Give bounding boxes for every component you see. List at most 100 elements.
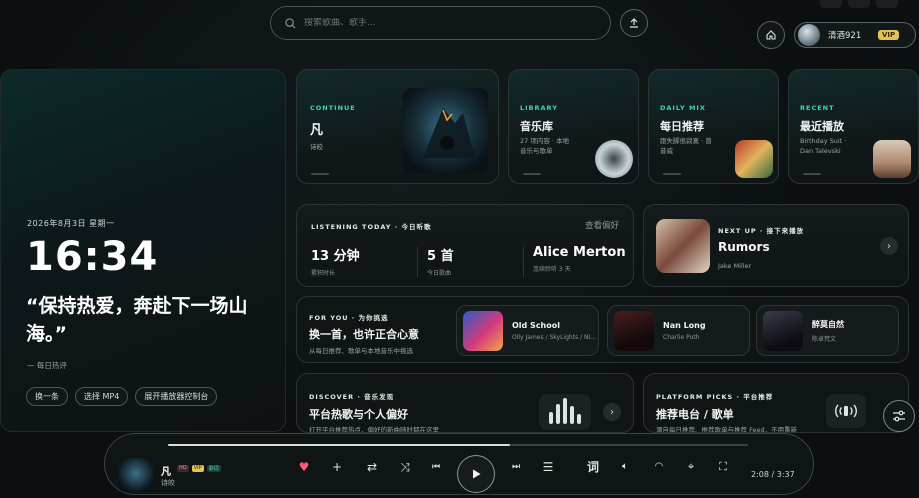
album-art — [403, 88, 488, 173]
wifi-button[interactable]: ◠ — [651, 460, 667, 474]
select-mp4-button[interactable]: 选择 MP4 — [75, 387, 129, 406]
search-input[interactable] — [304, 18, 584, 28]
stat-label: 今日歌曲 — [427, 270, 452, 277]
platform-picks-card[interactable]: PLATFORM PICKS · 平台推荐 推荐电台 / 歌单 源自每日推荐、推… — [643, 373, 909, 433]
search-icon — [285, 17, 296, 29]
upload-button[interactable] — [620, 9, 648, 37]
next-up-button[interactable]: › — [880, 237, 898, 255]
play-icon — [473, 469, 481, 479]
view-preferences-link[interactable]: 查看偏好 — [585, 219, 619, 231]
item-title: Nan Long — [663, 320, 706, 330]
repeat-icon: ⇄ — [366, 460, 378, 474]
recommend-item[interactable]: Old School Olly James / SkyLights / NI... — [456, 305, 599, 356]
volume-button[interactable]: 🔈︎ — [617, 460, 633, 474]
item-art — [763, 310, 803, 351]
track-badges: HQ VIP 歌词 — [177, 465, 221, 472]
daily-mix-card[interactable]: DAILY MIX 每日推荐 跟失脚很寂寞 · 曾 昔威 — [648, 69, 779, 184]
card-kicker: FOR YOU · 为你挑选 — [309, 314, 389, 322]
home-button[interactable] — [757, 21, 785, 49]
upload-icon — [630, 18, 638, 28]
refresh-quote-button[interactable]: 换一条 — [26, 387, 68, 406]
discover-card[interactable]: DISCOVER · 音乐发现 平台热歌与个人偏好 打开平台推荐热点，偏好的新曲… — [296, 373, 634, 433]
recommend-item[interactable]: Nan Long Charlie Puth — [607, 305, 750, 356]
progress-fill — [168, 444, 511, 446]
chevron-right-icon: › — [887, 240, 891, 252]
card-kicker: CONTINUE — [310, 104, 356, 112]
card-kicker: LIBRARY — [520, 104, 558, 112]
divider — [523, 247, 524, 277]
daily-art — [735, 140, 773, 178]
platform-subtitle: 源自每日推荐、推荐歌单与推荐 Feed，不用重新 — [656, 426, 798, 433]
now-playing-artist: 诗皎 — [161, 479, 175, 487]
quote-source: — 每日热评 — [27, 361, 67, 370]
repeat-button[interactable]: ⇄ — [364, 460, 380, 474]
previous-button[interactable]: ⏮ — [428, 460, 444, 474]
play-button[interactable] — [457, 455, 495, 493]
now-playing-art[interactable] — [119, 458, 153, 492]
shuffle-button[interactable]: ⤨ — [397, 460, 413, 474]
progress-bar[interactable] — [168, 444, 748, 446]
stat-songs: 5 首 今日歌曲 — [427, 245, 454, 277]
card-title: 最近播放 — [800, 120, 844, 133]
chevron-right-icon: › — [610, 406, 614, 418]
stat-artist: Alice Merton 连续聆听 3 天 — [533, 245, 626, 273]
recommend-item[interactable]: 醉莫自然 陈卓梵文 — [756, 305, 899, 356]
next-up-art — [656, 219, 710, 273]
lyrics-button[interactable]: 词 — [585, 460, 601, 474]
card-line: Dan Talevski — [800, 147, 841, 155]
focus-button[interactable]: ⌖ — [683, 460, 699, 474]
skip-back-icon: ⏮ — [431, 462, 441, 472]
user-profile[interactable]: 清酒921 VIP — [794, 22, 916, 48]
window-tab[interactable] — [848, 0, 870, 8]
focus-icon: ⌖ — [687, 460, 695, 473]
settings-button[interactable] — [883, 400, 915, 432]
recent-card[interactable]: RECENT 最近播放 Birthday Suit · Dan Talevski — [788, 69, 919, 184]
vip-badge: VIP — [878, 30, 900, 40]
home-icon — [766, 30, 776, 40]
search-bar[interactable] — [270, 6, 611, 40]
discover-subtitle: 打开平台推荐热点，偏好的新曲随时都在这里 — [309, 426, 439, 433]
expand-console-button[interactable]: 展开播放器控制台 — [135, 387, 218, 406]
card-line: 音乐与歌单 — [520, 147, 553, 155]
card-line: 昔威 — [660, 147, 673, 155]
equalizer-icon — [539, 394, 591, 430]
next-up-artist: Jake Miller — [718, 262, 752, 270]
add-button[interactable]: + — [329, 460, 345, 474]
card-kicker: PLATFORM PICKS · 平台推荐 — [656, 393, 774, 401]
card-kicker: NEXT UP · 接下来播放 — [718, 227, 805, 235]
item-artist: Charlie Puth — [663, 333, 700, 341]
divider — [417, 247, 418, 277]
stat-label: 累积时长 — [311, 270, 336, 277]
continue-card[interactable]: CONTINUE 凡 诗皎 — [296, 69, 499, 184]
discover-next-button[interactable]: › — [603, 403, 621, 421]
list-icon: ☰ — [542, 460, 554, 474]
item-art — [463, 310, 503, 351]
hq-badge: HQ — [177, 465, 189, 472]
next-button[interactable]: ⏭ — [508, 460, 524, 474]
discover-title: 平台热歌与个人偏好 — [309, 408, 408, 421]
platform-title: 推荐电台 / 歌单 — [656, 408, 734, 421]
next-up-card[interactable]: NEXT UP · 接下来播放 Rumors Jake Miller › — [643, 204, 909, 287]
item-title: Old School — [512, 320, 560, 330]
item-artist: Olly James / SkyLights / NI... — [512, 333, 596, 341]
fullscreen-button[interactable]: ⛶ — [715, 460, 731, 474]
card-kicker: RECENT — [800, 104, 835, 112]
card-title: 每日推荐 — [660, 120, 704, 133]
stat-label: 连续聆听 3 天 — [533, 266, 571, 273]
card-indicator — [311, 173, 329, 175]
radio-icon — [826, 394, 866, 428]
window-tab[interactable] — [876, 0, 898, 8]
stat-value: 5 首 — [427, 249, 454, 264]
avatar — [798, 24, 820, 46]
card-kicker: LISTENING TODAY · 今日听歌 — [311, 223, 432, 231]
card-line: 跟失脚很寂寞 · 曾 — [660, 137, 712, 145]
fullscreen-icon: ⛶ — [719, 460, 727, 473]
card-title: 音乐库 — [520, 120, 553, 133]
library-card[interactable]: LIBRARY 音乐库 27 项内容 · 本地 音乐与歌单 — [508, 69, 639, 184]
window-tab[interactable] — [820, 0, 842, 8]
playlist-button[interactable]: ☰ — [540, 460, 556, 474]
like-button[interactable]: ♥ — [296, 460, 312, 474]
now-playing-title: 凡 — [161, 467, 171, 478]
vip-badge: VIP — [191, 465, 204, 472]
for-you-subtitle: 从每日推荐、歌单与本地音乐中挑选 — [309, 347, 413, 355]
